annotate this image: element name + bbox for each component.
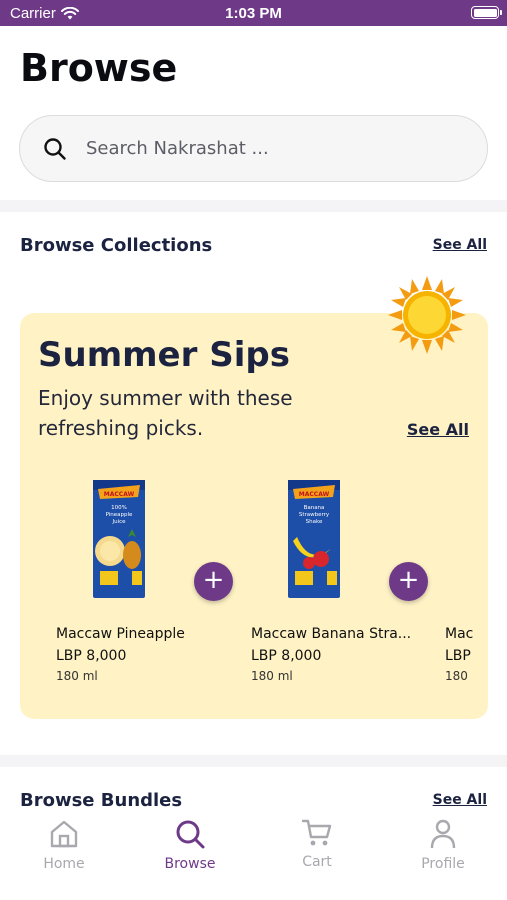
product-size: 180	[445, 669, 468, 683]
product-card[interactable]: MACCAW Banana Strawberry Shake + Maccaw …	[235, 473, 428, 693]
product-price: LBP 8,000	[251, 648, 322, 664]
section-divider	[0, 755, 507, 767]
profile-icon	[430, 819, 456, 849]
search-icon	[176, 820, 205, 849]
tab-bar: Home Browse Cart Profile	[0, 808, 507, 900]
product-name: Mac	[445, 626, 474, 642]
section-divider	[0, 200, 507, 212]
cart-icon	[301, 819, 332, 846]
tab-browse[interactable]: Browse	[145, 818, 235, 872]
product-card[interactable]: Mac LBP 180	[429, 473, 488, 693]
svg-text:Shake: Shake	[306, 519, 323, 525]
add-to-cart-button[interactable]: +	[389, 562, 428, 601]
status-bar: Carrier 1:03 PM	[0, 0, 507, 26]
product-name: Maccaw Pineapple	[56, 626, 185, 642]
svg-text:Pineapple: Pineapple	[106, 512, 133, 518]
pineapple-juice-pack-image: MACCAW 100% Pineapple Juice	[93, 480, 145, 598]
collection-see-all-link[interactable]: See All	[407, 420, 469, 439]
battery-icon	[471, 6, 502, 19]
collections-section-title: Browse Collections	[20, 235, 213, 256]
banana-strawberry-shake-pack-image: MACCAW Banana Strawberry Shake	[288, 480, 340, 598]
tab-label: Home	[43, 856, 85, 872]
product-card[interactable]: MACCAW 100% Pineapple Juice + Maccaw Pin…	[40, 473, 233, 693]
product-size: 180 ml	[251, 669, 293, 683]
tab-cart[interactable]: Cart	[272, 818, 362, 870]
home-icon	[50, 820, 78, 848]
add-to-cart-button[interactable]: +	[194, 562, 233, 601]
product-price: LBP	[445, 648, 471, 664]
tab-profile[interactable]: Profile	[398, 818, 488, 872]
page-title: Browse	[20, 46, 178, 90]
pack-brand: MACCAW	[299, 491, 330, 498]
search-bar[interactable]: Search Nakrashat ...	[19, 115, 488, 182]
pack-brand: MACCAW	[104, 491, 135, 498]
svg-text:Juice: Juice	[111, 519, 126, 525]
collections-see-all-link[interactable]: See All	[433, 237, 487, 253]
search-input[interactable]: Search Nakrashat ...	[86, 138, 269, 159]
svg-text:Strawberry: Strawberry	[299, 512, 330, 518]
product-name: Maccaw Banana Stra...	[251, 626, 412, 642]
tab-label: Profile	[421, 856, 465, 872]
product-price: LBP 8,000	[56, 648, 127, 664]
tab-label: Browse	[164, 856, 216, 872]
collection-card[interactable]: Summer Sips Enjoy summer with these refr…	[20, 313, 488, 719]
search-icon	[44, 137, 66, 160]
bundles-see-all-link[interactable]: See All	[433, 792, 487, 808]
svg-text:Banana: Banana	[304, 505, 325, 511]
sun-icon	[388, 276, 466, 354]
collection-title: Summer Sips	[38, 335, 290, 375]
product-size: 180 ml	[56, 669, 98, 683]
tab-home[interactable]: Home	[19, 818, 109, 872]
tab-label: Cart	[302, 854, 332, 870]
collection-subtitle: Enjoy summer with these refreshing picks…	[38, 386, 293, 440]
clock: 1:03 PM	[225, 5, 282, 22]
svg-text:100%: 100%	[111, 505, 127, 511]
